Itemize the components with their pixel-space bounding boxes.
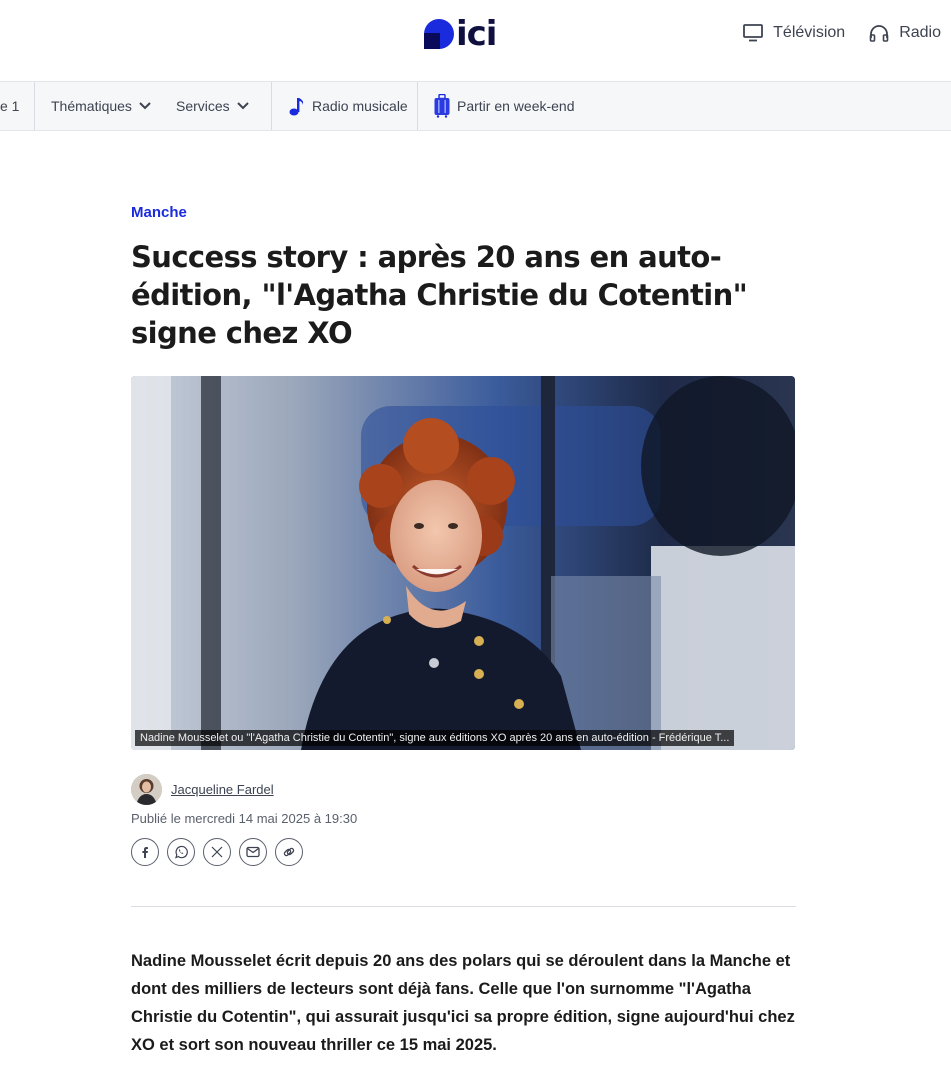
chevron-down-icon: [236, 102, 249, 110]
share-facebook-button[interactable]: [131, 838, 159, 866]
nav-item-services[interactable]: Services: [176, 82, 250, 130]
share-buttons: [131, 838, 303, 866]
nav-item-thematiques[interactable]: Thématiques: [51, 82, 152, 130]
nav-item-partir-en-week-end[interactable]: Partir en week-end: [433, 82, 575, 130]
portrait-photo: [131, 376, 795, 750]
nav-divider: [34, 82, 35, 130]
suitcase-icon: [434, 94, 450, 118]
main-nav: e 1 Thématiques Services Radio musicale …: [0, 81, 951, 131]
link-icon: [283, 847, 295, 857]
nav-item-label: Services: [176, 98, 230, 114]
television-link[interactable]: Télévision: [743, 24, 845, 42]
email-icon: [246, 846, 260, 858]
author-block: Jacqueline Fardel: [131, 774, 274, 805]
nav-item-label: Radio musicale: [312, 98, 408, 114]
nav-item-label: e 1: [0, 98, 20, 114]
radio-link[interactable]: Radio: [869, 24, 941, 42]
nav-item-radio-musicale[interactable]: Radio musicale: [288, 82, 408, 130]
content-divider: [131, 906, 796, 907]
nav-item-partial[interactable]: e 1: [0, 82, 19, 130]
image-caption: Nadine Mousselet ou "l'Agatha Christie d…: [135, 730, 735, 746]
facebook-icon: [142, 847, 148, 858]
share-whatsapp-button[interactable]: [167, 838, 195, 866]
nav-divider: [417, 82, 418, 130]
author-avatar[interactable]: [131, 774, 162, 805]
tv-icon: [743, 24, 764, 42]
publication-date: Publié le mercredi 14 mai 2025 à 19:30: [131, 811, 358, 826]
article-kicker[interactable]: Manche: [131, 204, 187, 221]
article-hero-image: Nadine Mousselet ou "l'Agatha Christie d…: [131, 376, 795, 750]
nav-divider: [271, 82, 272, 130]
radio-label: Radio: [899, 24, 941, 41]
author-name-link[interactable]: Jacqueline Fardel: [171, 782, 274, 797]
share-x-button[interactable]: [203, 838, 231, 866]
site-header: ici Télévision Radio: [0, 0, 951, 81]
site-logo[interactable]: ici: [424, 14, 497, 54]
logo-text: ici: [456, 14, 497, 54]
x-icon: [211, 846, 223, 858]
nav-item-label: Partir en week-end: [457, 98, 575, 114]
music-note-icon: [289, 98, 304, 116]
headphones-icon: [869, 25, 889, 42]
chevron-down-icon: [139, 102, 151, 110]
nav-item-label: Thématiques: [51, 98, 132, 114]
share-email-button[interactable]: [239, 838, 267, 866]
whatsapp-icon: [175, 845, 188, 859]
share-copy-link-button[interactable]: [275, 838, 303, 866]
logo-mark-icon: [424, 19, 454, 49]
television-label: Télévision: [773, 24, 846, 41]
article-lead: Nadine Mousselet écrit depuis 20 ans des…: [131, 952, 795, 1054]
top-links: Télévision Radio: [743, 24, 941, 42]
article-title: Success story : après 20 ans en auto-édi…: [131, 240, 748, 350]
avatar-photo: [131, 774, 162, 805]
